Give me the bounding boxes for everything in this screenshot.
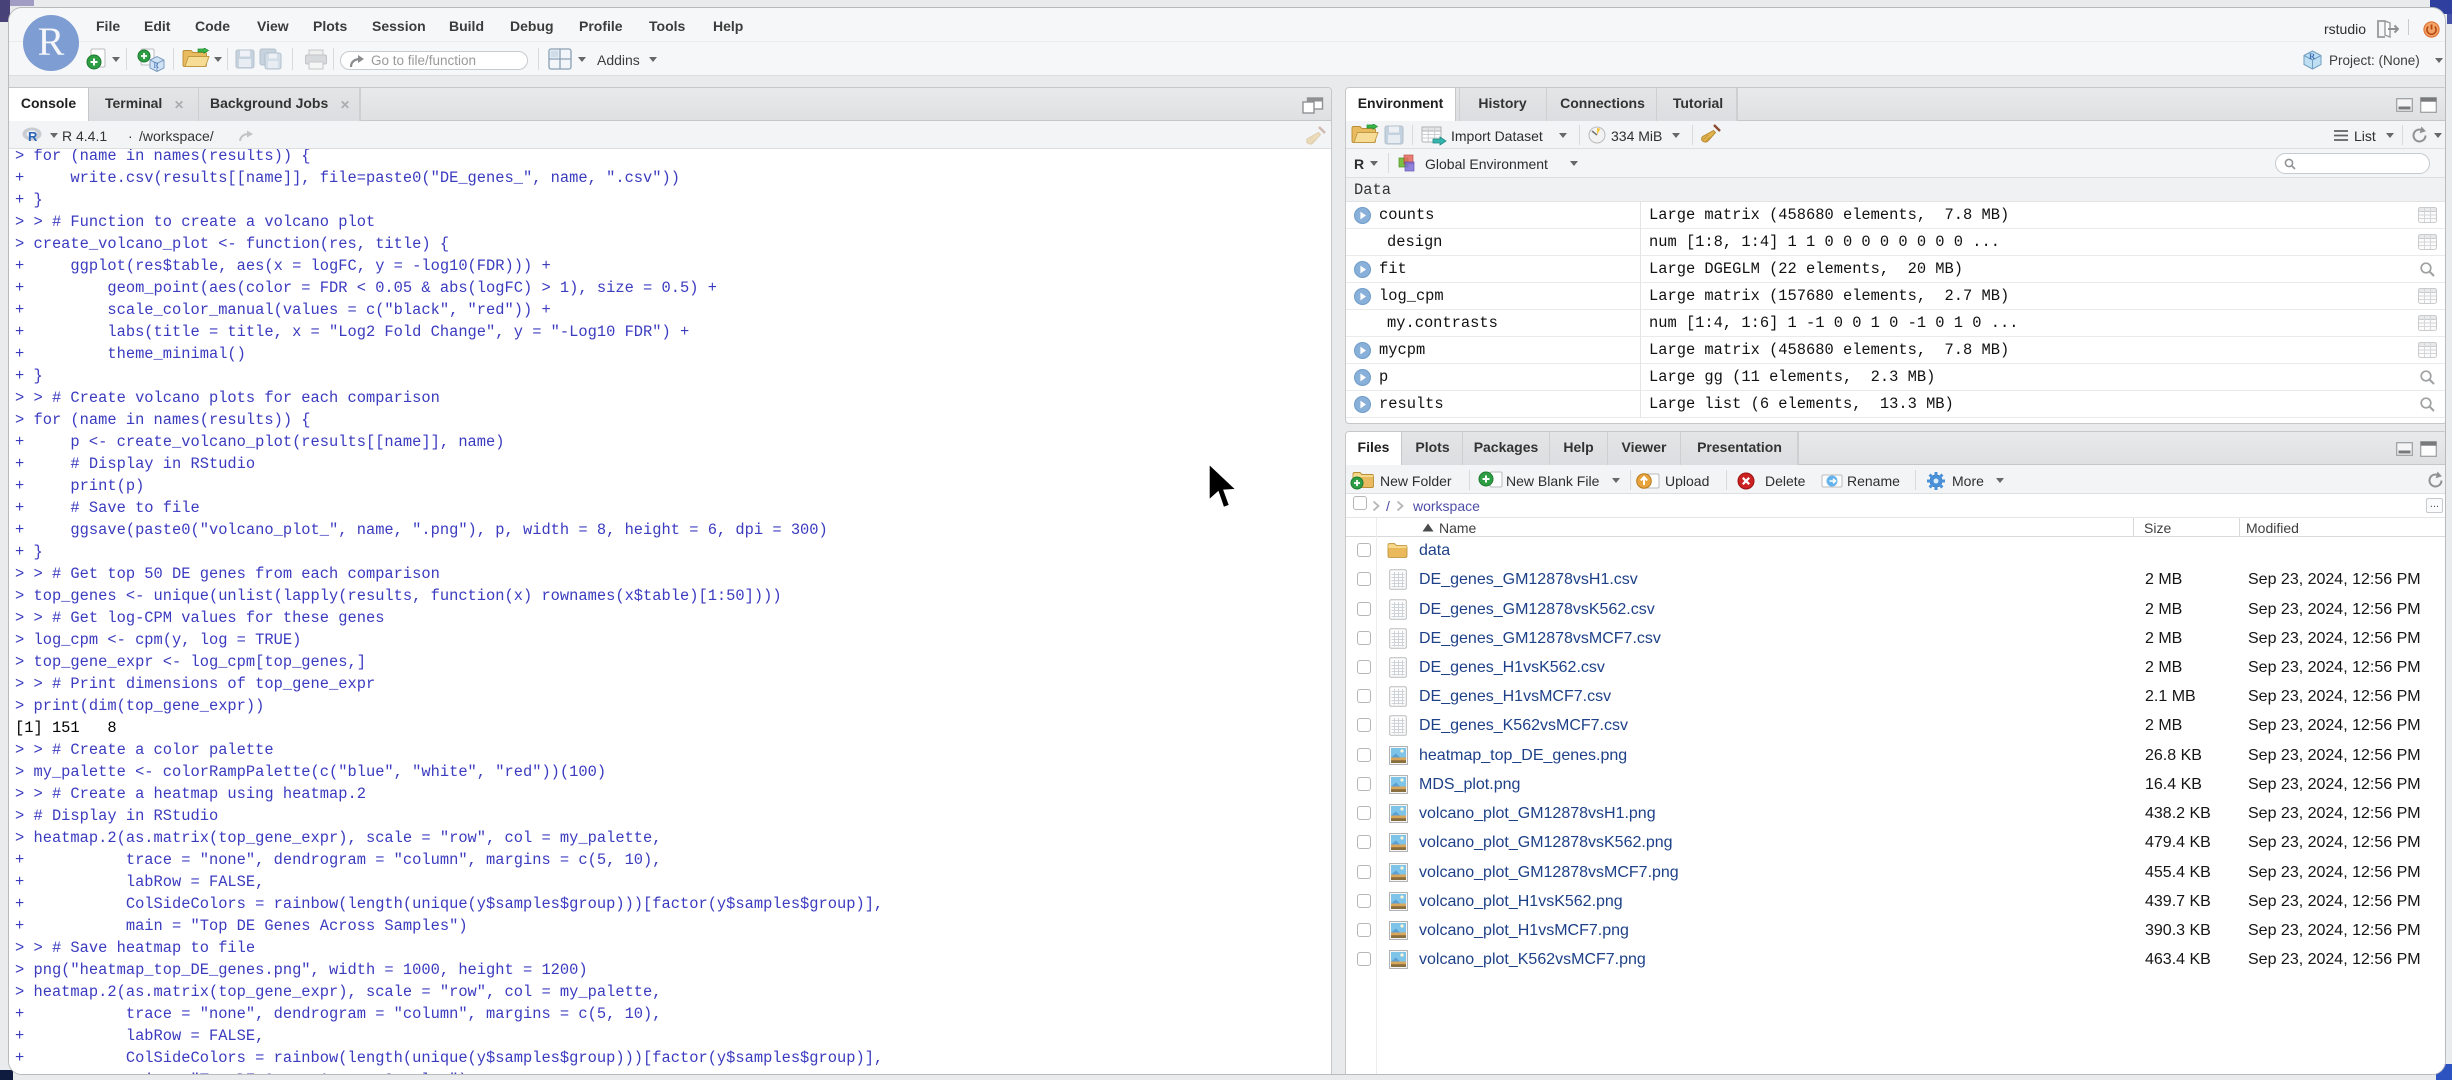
svg-text:R: R bbox=[154, 61, 160, 70]
svg-text:R: R bbox=[2309, 51, 2316, 61]
svg-text:R: R bbox=[28, 129, 38, 143]
